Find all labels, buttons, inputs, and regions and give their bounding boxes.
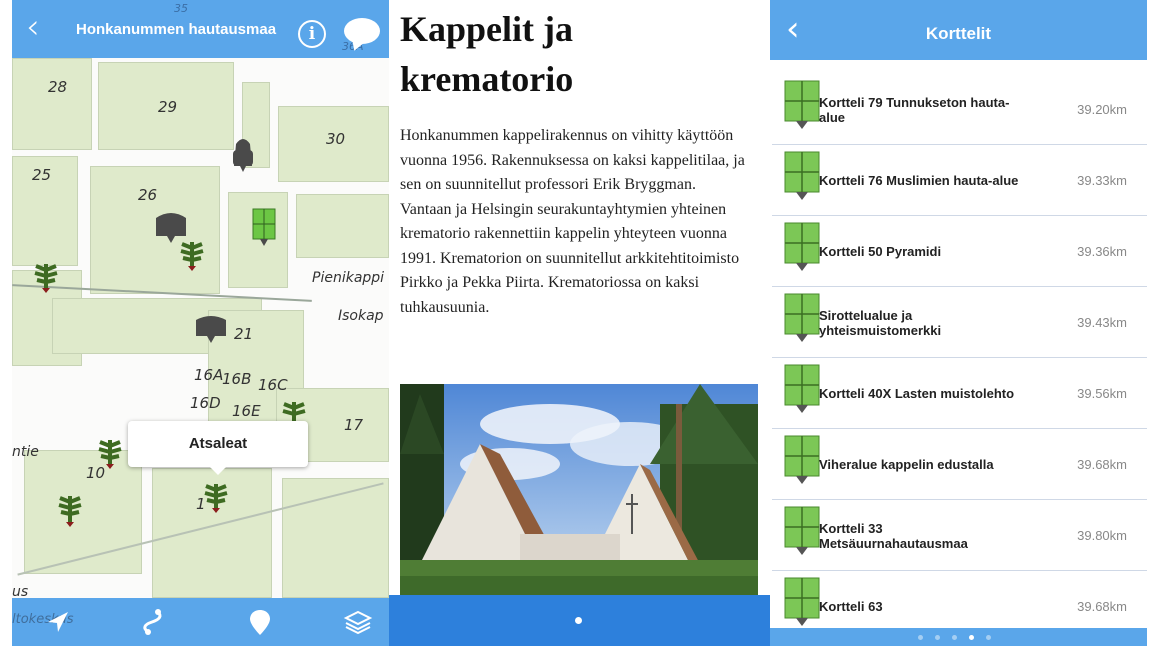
plot-number: 16D (190, 394, 221, 412)
faded-plot-number: 35 (174, 2, 188, 15)
list-header: ‹ Korttelit (770, 0, 1147, 60)
list-item-distance: 39.20km (1077, 102, 1127, 117)
block-marker-icon (784, 80, 820, 129)
block-marker-icon[interactable] (252, 208, 276, 248)
list-item-name: Sirottelualue ja yhteismuistomerkki (819, 307, 942, 338)
street-label: Pienikappi (312, 270, 385, 286)
location-arrow-icon[interactable] (42, 606, 74, 638)
list-item-name: Kortteli 76 Muslimien hauta-alue (819, 173, 1019, 188)
page-title: Honkanummen hautausmaa (76, 21, 277, 38)
list-item[interactable]: Kortteli 40X Lasten muistolehto 39.56km (772, 358, 1147, 429)
page-dot[interactable] (575, 617, 582, 624)
list-item[interactable]: Kortteli 76 Muslimien hauta-alue 39.33km (772, 145, 1147, 216)
page-dot[interactable] (918, 635, 923, 640)
plant-marker-icon[interactable] (96, 436, 124, 470)
list-item-distance: 39.43km (1077, 315, 1127, 330)
plot-number: 26 (138, 186, 158, 204)
block-marker-icon (784, 506, 820, 555)
list-item-distance: 39.68km (1077, 457, 1127, 472)
list-item-distance: 39.36km (1077, 244, 1127, 259)
back-button[interactable]: ‹ (26, 10, 40, 44)
page-indicator-bar (770, 628, 1147, 646)
list-item[interactable]: Kortteli 79 Tunnukseton hauta-alue 39.20k… (772, 74, 1147, 145)
page-dot[interactable] (935, 635, 940, 640)
route-icon[interactable] (136, 606, 168, 638)
list-item-distance: 39.56km (1077, 386, 1127, 401)
chapel-marker-icon[interactable] (232, 134, 254, 174)
plot-number: 16B (222, 370, 252, 388)
marker-popup[interactable]: Atsaleat (128, 421, 308, 475)
plot-number: 16C (258, 376, 288, 394)
list-item[interactable]: Kortteli 33 Metsäuurnahautausmaa 39.80km (772, 500, 1147, 571)
plot-number: 30 (326, 130, 346, 148)
plot-number: 29 (158, 98, 178, 116)
article-title: Kappelit ja krematorio (400, 4, 760, 104)
page-dot[interactable] (969, 635, 974, 640)
block-marker-icon (784, 577, 820, 626)
map-screen: 35 28 29 30 25 26 21 16A 16B 16C 16D 16E… (12, 0, 389, 646)
plant-marker-icon[interactable] (32, 260, 60, 294)
map-header: 35 36A ‹ Honkanummen hautausmaa i (12, 0, 389, 58)
plot-number: 28 (48, 78, 68, 96)
plot-number: 16E (232, 402, 261, 420)
page-dot[interactable] (986, 635, 991, 640)
list-item-name: Kortteli 79 Tunnukseton hauta-alue (819, 94, 1010, 125)
block-list: Kortteli 79 Tunnukseton hauta-alue 39.20k… (770, 74, 1147, 642)
plot-number: 16A (194, 366, 224, 384)
list-item-name: Viheralue kappelin edustalla (819, 457, 994, 472)
list-item-distance: 39.33km (1077, 173, 1127, 188)
list-item[interactable]: Viheralue kappelin edustalla 39.68km (772, 429, 1147, 500)
block-marker-icon (784, 222, 820, 271)
plot-number: 21 (234, 325, 254, 343)
list-item[interactable]: Kortteli 50 Pyramidi 39.36km (772, 216, 1147, 287)
list-item-distance: 39.80km (1077, 528, 1127, 543)
plant-marker-icon[interactable] (178, 238, 206, 272)
article-title-line: krematorio (400, 59, 574, 99)
list-item[interactable]: Sirottelualue ja yhteismuistomerkki 39.43… (772, 287, 1147, 358)
layers-icon[interactable] (342, 606, 374, 638)
page-indicator-bar (389, 595, 770, 646)
speech-bubble-icon[interactable] (344, 18, 380, 44)
block-marker-icon (784, 151, 820, 200)
plot-number: 25 (32, 166, 52, 184)
plant-marker-icon[interactable] (202, 480, 230, 514)
list-item-name: Kortteli 33 Metsäuurnahautausmaa (819, 520, 968, 551)
block-marker-icon (784, 293, 820, 342)
page-dot[interactable] (952, 635, 957, 640)
block-marker-icon (784, 435, 820, 484)
article-screen: Kappelit ja krematorio Honkanummen kappe… (389, 0, 770, 646)
info-button[interactable]: i (298, 20, 326, 48)
chapel-photo (400, 384, 758, 595)
page-title: Korttelit (925, 24, 992, 43)
list-item-name: Kortteli 40X Lasten muistolehto (819, 386, 1015, 401)
street-label: Isokap (338, 308, 384, 324)
list-screen: ‹ Korttelit Kortteli 79 Tunnukseton haut… (770, 0, 1147, 646)
plot-number: 17 (344, 416, 364, 434)
block-marker-icon (784, 364, 820, 413)
chapel-marker-icon[interactable] (194, 312, 228, 344)
map-toolbar: ltokeskus (12, 598, 389, 646)
list-item-name: Kortteli 50 Pyramidi (819, 244, 942, 259)
article-body: Honkanummen kappelirakennus on vihitty k… (400, 127, 745, 316)
article-title-line: Kappelit ja (400, 9, 574, 49)
map-view[interactable]: 35 28 29 30 25 26 21 16A 16B 16C 16D 16E… (12, 8, 389, 600)
plant-marker-icon[interactable] (56, 492, 84, 528)
map-pin-icon[interactable] (244, 606, 276, 638)
street-label: ntie (12, 444, 39, 460)
